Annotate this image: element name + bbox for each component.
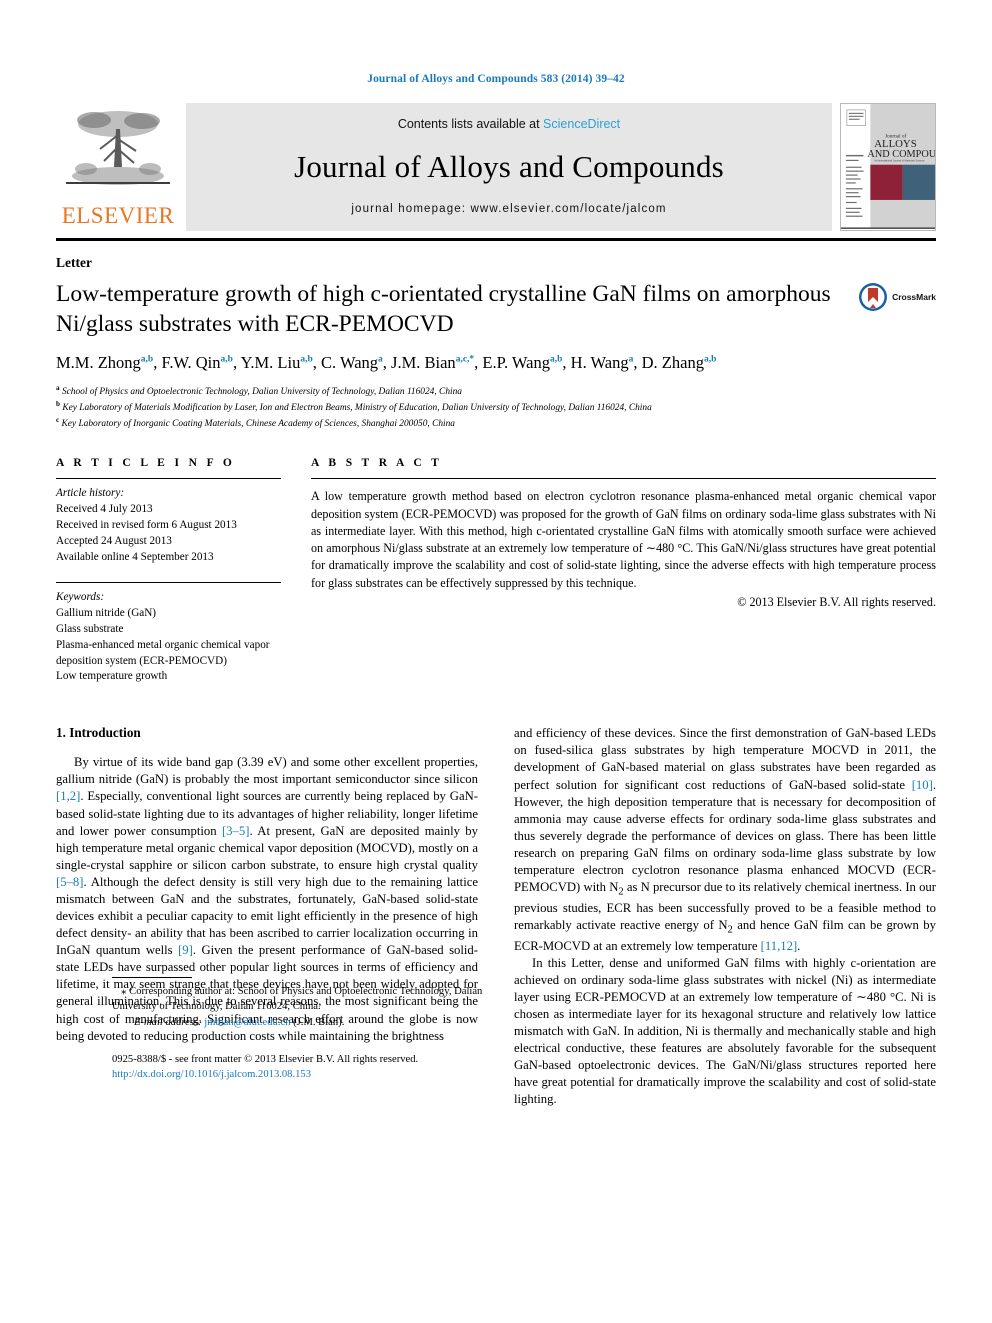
body-column-right: and efficiency of these devices. Since t… [514,725,936,1108]
elsevier-logo: ELSEVIER [56,103,180,231]
contents-prefix: Contents lists available at [397,117,544,131]
title-row: Low-temperature growth of high c-orienta… [56,280,936,339]
keyword-item: Plasma-enhanced metal organic chemical v… [56,638,270,667]
author-name: J.M. Bian [391,353,456,373]
citation-ref-2[interactable]: [3–5] [222,824,249,838]
journal-homepage-link[interactable]: journal homepage: www.elsevier.com/locat… [351,203,666,215]
article-history-label: Article history: [56,487,125,500]
article-history-lines: Received 4 July 2013 Received in revised … [56,502,281,566]
footnote-star: ⁎ [121,984,127,997]
footnote-email-line: E-mail address: jmbian@dlut.edu.cn (J.M.… [112,1016,528,1031]
section-heading-introduction: 1. Introduction [56,725,141,741]
keyword-item: Gallium nitride (GaN) [56,606,157,619]
affiliation-marker: b [56,399,60,408]
author-list: M.M. Zhonga,b, F.W. Qina,b, Y.M. Liua,b,… [56,353,717,373]
journal-masthead: ELSEVIER Contents lists available at Sci… [56,103,936,231]
author-affiliation-marker: a [628,354,634,365]
author-affiliation-marker: a [378,354,383,365]
article-history-item: Received in revised form 6 August 2013 [56,519,237,532]
email-owner: (J.M. Bian). [293,1016,345,1028]
author-name: D. Zhang [641,353,704,373]
keywords-label: Keywords: [56,590,105,603]
footnote-body: Corresponding author at: School of Physi… [112,985,483,1012]
cover-art: Journal of ALLOYS AND COMPOUNDS An Inter… [841,104,935,230]
citation-ref-5[interactable]: [10] [912,778,933,792]
body-columns: 1. Introduction By virtue of its wide ba… [56,725,936,1108]
svg-text:AND COMPOUNDS: AND COMPOUNDS [867,149,935,160]
author-affiliation-marker: a,c,* [455,354,475,365]
affiliation-item: b Key Laboratory of Materials Modificati… [56,399,652,414]
abstract-column: A B S T R A C T A low temperature growth… [311,457,936,685]
article-title: Low-temperature growth of high c-orienta… [56,281,831,337]
author-affiliation-marker: a,b [220,354,233,365]
doi-link[interactable]: http://dx.doi.org/10.1016/j.jalcom.2013.… [112,1069,311,1080]
affiliation-marker: c [56,416,60,425]
corresponding-author-footnote: ⁎ Corresponding author at: School of Phy… [112,976,528,1031]
intro-paragraph-2: and efficiency of these devices. Since t… [514,725,936,954]
body-column-left: 1. Introduction By virtue of its wide ba… [56,725,482,1108]
keywords-block: Keywords: Gallium nitride (GaN) Glass sub… [56,583,281,685]
contents-available-line: Contents lists available at ScienceDirec… [398,117,620,131]
citation-ref-6[interactable]: [11,12] [761,939,798,953]
intro-paragraph-3: In this Letter, dense and uniformed GaN … [514,955,936,1107]
crossmark-label: CrossMark [892,292,936,302]
article-page: Journal of Alloys and Compounds 583 (201… [0,0,992,1323]
affiliation-marker: a [56,383,60,392]
journal-title: Journal of Alloys and Compounds [294,149,724,184]
article-history-item: Received 4 July 2013 [56,503,153,516]
article-info-heading: A R T I C L E I N F O [56,457,236,470]
journal-cover-thumbnail: Journal of ALLOYS AND COMPOUNDS An Inter… [840,103,936,231]
author-name: F.W. Qin [161,353,221,373]
svg-text:An International Journal of Ma: An International Journal of Materials Sc… [874,159,925,162]
intro-p2-text-a: and efficiency of these devices. Since t… [514,726,936,792]
affiliation-item: c Key Laboratory of Inorganic Coating Ma… [56,416,455,430]
elsevier-wordmark: ELSEVIER [61,203,175,228]
abstract-heading: A B S T R A C T [311,457,443,470]
document-type-label: Letter [56,255,92,270]
running-head: Journal of Alloys and Compounds 583 (201… [367,73,625,85]
sciencedirect-link[interactable]: ScienceDirect [543,117,620,131]
intro-p2-text-b: . However, the high deposition temperatu… [514,777,936,895]
author-name: E.P. Wang [482,353,550,373]
citation-ref-3[interactable]: [5–8] [56,875,83,889]
intro-p1-text-a: By virtue of its wide band gap (3.39 eV)… [56,755,478,787]
journal-info-box: Contents lists available at ScienceDirec… [186,103,832,231]
article-history-item: Available online 4 September 2013 [56,550,214,563]
author-name: M.M. Zhong [56,353,141,373]
keyword-item: Low temperature growth [56,670,168,683]
affiliation-item: a School of Physics and Optoelectronic T… [56,383,462,397]
info-abstract-region: A R T I C L E I N F O Article history: R… [56,457,936,685]
elsevier-tree-icon [66,111,170,185]
keywords-lines: Gallium nitride (GaN) Glass substrate Plas… [56,606,281,686]
author-affiliation-marker: a,b [703,354,717,365]
author-name: H. Wang [570,353,629,373]
intro-p2-text-e: . [797,938,801,953]
keyword-item: Glass substrate [56,622,124,635]
article-history-item: Accepted 24 August 2013 [56,535,172,548]
footnote-rule [112,976,192,978]
crossmark-badge[interactable]: CrossMark [858,282,936,312]
affiliation-list: a School of Physics and Optoelectronic T… [56,383,936,432]
author-name: Y.M. Liu [240,353,301,373]
footnote-text: ⁎ Corresponding author at: School of Phy… [112,984,528,1015]
author-affiliation-marker: a,b [300,354,313,365]
citation-ref-4[interactable]: [9] [178,943,193,957]
article-info-column: A R T I C L E I N F O Article history: R… [56,457,311,685]
crossmark-icon [859,283,888,311]
email-link[interactable]: jmbian@dlut.edu.cn [204,1017,290,1028]
masthead-divider [56,238,936,241]
abstract-text: A low temperature growth method based on… [311,489,936,590]
issn-copyright-line: 0925-8388/$ - see front matter © 2013 El… [112,1053,419,1065]
citation-ref-1[interactable]: [1,2] [56,789,80,803]
author-name: C. Wang [321,353,379,373]
author-affiliation-marker: a,b [140,354,154,365]
abstract-copyright: © 2013 Elsevier B.V. All rights reserved… [737,595,936,610]
email-label: E-mail address: [134,1016,202,1028]
article-history-block: Article history: Received 4 July 2013 Rec… [56,479,281,566]
page-footer: 0925-8388/$ - see front matter © 2013 El… [112,1052,572,1083]
author-affiliation-marker: a,b [550,354,563,365]
